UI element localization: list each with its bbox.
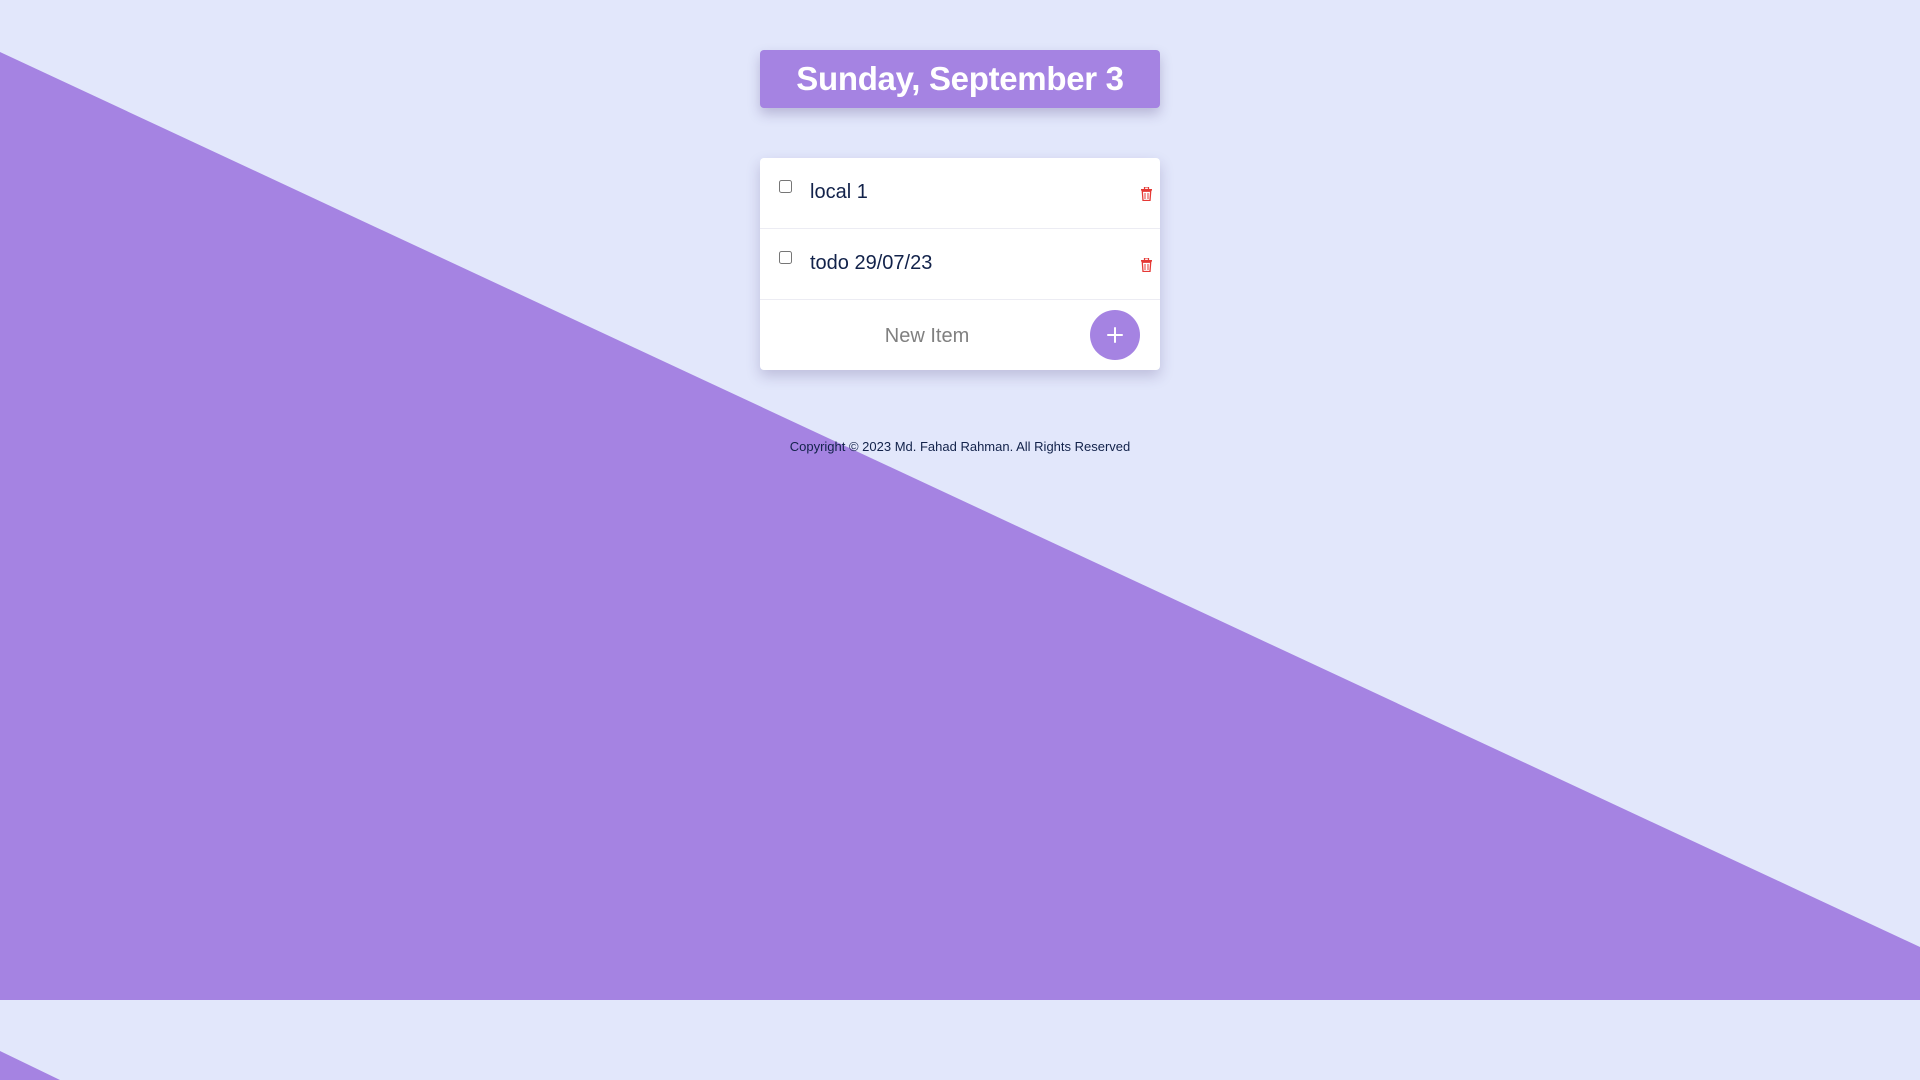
todo-item-checkbox[interactable]: [779, 251, 792, 264]
todo-item: todo 29/07/23: [760, 229, 1160, 300]
delete-item-button[interactable]: [1141, 257, 1152, 273]
todo-list-card: local 1 todo 29/07/23: [760, 158, 1160, 370]
background-corner-shape: [0, 1051, 60, 1080]
plus-icon: [1107, 327, 1123, 343]
copyright-text: Copyright © 2023 Md. Fahad Rahman. All R…: [789, 439, 1131, 454]
todo-item-text: todo 29/07/23: [810, 252, 933, 274]
new-item-form: [760, 300, 1160, 370]
footer: Copyright © 2023 Md. Fahad Rahman. All R…: [0, 439, 1920, 454]
trash-icon: [1141, 257, 1152, 273]
add-item-button[interactable]: [1090, 310, 1140, 360]
trash-icon: [1141, 186, 1152, 202]
date-heading-box: Sunday, September 3: [760, 50, 1160, 108]
new-item-input[interactable]: [790, 315, 1064, 357]
todo-item-text: local 1: [810, 181, 868, 203]
todo-item: local 1: [760, 158, 1160, 229]
delete-item-button[interactable]: [1141, 186, 1152, 202]
todo-item-checkbox[interactable]: [779, 180, 792, 193]
date-heading: Sunday, September 3: [796, 60, 1124, 97]
